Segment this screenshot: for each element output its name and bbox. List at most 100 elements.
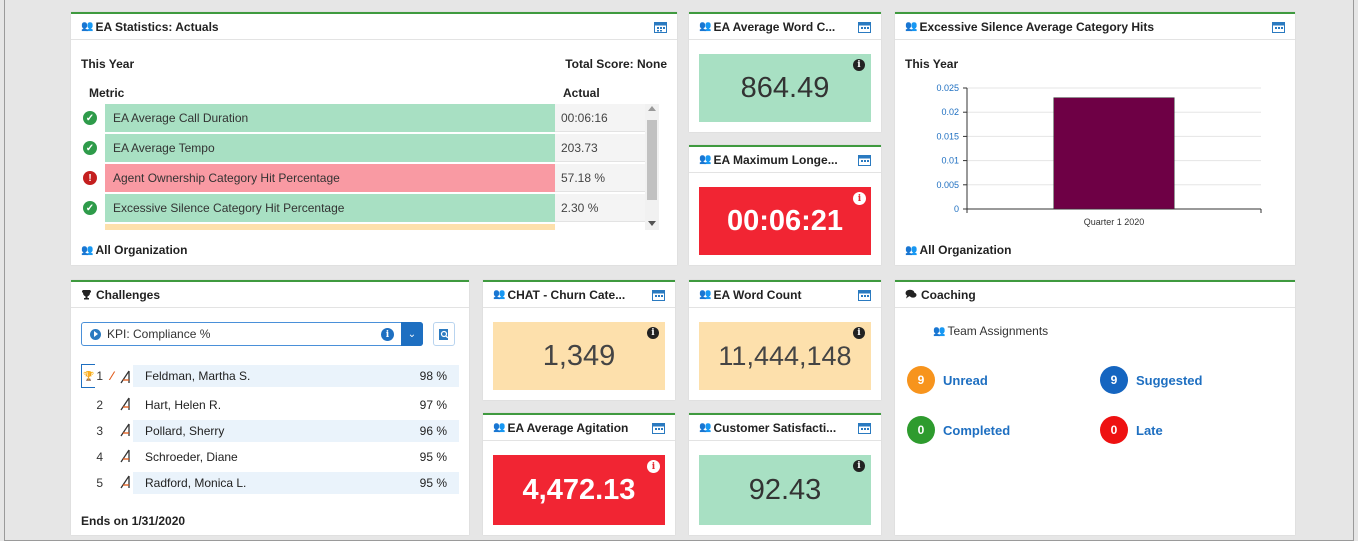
- agent-score: 95 %: [419, 450, 447, 464]
- calendar-icon[interactable]: [858, 422, 871, 434]
- leaderboard-row[interactable]: 5 Radford, Monica L. 95 %: [81, 472, 461, 494]
- info-icon[interactable]: i: [853, 192, 866, 205]
- group-icon: 👥: [699, 154, 712, 165]
- coaching-label: Completed: [943, 422, 1011, 438]
- card-title: Excessive Silence Average Category Hits: [919, 19, 1155, 34]
- group-icon: 👥: [699, 21, 712, 32]
- card-title: Customer Satisfacti...: [713, 420, 837, 435]
- search-doc-button[interactable]: [433, 322, 455, 346]
- calendar-icon[interactable]: [654, 21, 667, 33]
- info-icon[interactable]: i: [853, 327, 865, 339]
- info-icon[interactable]: i: [647, 327, 659, 339]
- agent-icon: [120, 397, 130, 411]
- ea-statistics-card: 👥 EA Statistics: Actuals This Year Total…: [71, 12, 677, 265]
- agent-score: 95 %: [419, 476, 447, 490]
- info-icon[interactable]: i: [853, 460, 865, 472]
- count-bubble: 0: [907, 416, 935, 444]
- leaderboard-row[interactable]: 2 Hart, Helen R. 97 %: [81, 394, 461, 416]
- rank: 2: [96, 398, 103, 412]
- leaderboard-row[interactable]: 3 Pollard, Sherry 96 %: [81, 420, 461, 442]
- rank: 5: [96, 476, 103, 490]
- coaching-late[interactable]: 0 Late: [1100, 416, 1163, 444]
- org-footer: 👥 All Organization: [81, 243, 187, 257]
- churn-header: 👥 CHAT - Churn Cate...: [483, 282, 675, 308]
- count-bubble: 9: [907, 366, 935, 394]
- next-row-peek: [105, 224, 555, 230]
- challenge-end-date: Ends on 1/31/2020: [81, 514, 186, 528]
- card-title: EA Maximum Longe...: [713, 152, 838, 167]
- trophy-icon: [82, 290, 91, 300]
- coaching-suggested[interactable]: 9 Suggested: [1100, 366, 1202, 394]
- metric-tile[interactable]: i 11,444,148: [699, 322, 871, 390]
- agent-score: 97 %: [419, 398, 447, 412]
- card-title: EA Statistics: Actuals: [95, 19, 219, 34]
- coaching-unread[interactable]: 9 Unread: [907, 366, 988, 394]
- scroll-down-icon[interactable]: [648, 221, 656, 226]
- org-label: All Organization: [919, 243, 1012, 257]
- total-score: Total Score: None: [565, 57, 667, 71]
- agent-name: Schroeder, Diane: [145, 450, 238, 464]
- metric-value: 92.43: [748, 473, 822, 506]
- agitation-header: 👥 EA Average Agitation: [483, 415, 675, 441]
- calendar-icon[interactable]: [858, 154, 871, 166]
- metric-value: 1,349: [542, 339, 616, 372]
- group-icon: 👥: [493, 289, 506, 300]
- y-tick-label: 0.015: [936, 131, 959, 141]
- agent-icon: [120, 370, 130, 384]
- churn-card: 👥 CHAT - Churn Cate... i 1,349: [483, 280, 675, 400]
- card-title: EA Average Word C...: [713, 19, 836, 34]
- card-title: EA Average Agitation: [507, 420, 629, 435]
- metric-value: 00:06:21: [726, 204, 844, 237]
- agent-row-bar: Schroeder, Diane 95 %: [133, 446, 459, 468]
- agent-icon: [120, 475, 130, 489]
- metric-row[interactable]: ✓ EA Average Call Duration 00:06:16: [81, 104, 657, 132]
- agent-row-bar: Pollard, Sherry 96 %: [133, 420, 459, 442]
- agent-row-bar: Radford, Monica L. 95 %: [133, 472, 459, 494]
- x-tick-label: Quarter 1 2020: [1084, 217, 1145, 227]
- metric-row[interactable]: ! Agent Ownership Category Hit Percentag…: [81, 164, 657, 192]
- metric-value: 864.49: [740, 71, 830, 104]
- agent-name: Hart, Helen R.: [145, 398, 222, 412]
- calendar-icon[interactable]: [1272, 21, 1285, 33]
- info-icon[interactable]: i: [647, 460, 660, 473]
- info-icon[interactable]: i: [381, 328, 394, 341]
- calendar-icon[interactable]: [858, 21, 871, 33]
- metric-tile[interactable]: i 92.43: [699, 455, 871, 525]
- coaching-completed[interactable]: 0 Completed: [907, 416, 1010, 444]
- card-title: EA Word Count: [713, 287, 802, 302]
- metric-row[interactable]: ✓ Excessive Silence Category Hit Percent…: [81, 194, 657, 222]
- chevron-down-icon[interactable]: ⌄: [401, 322, 423, 346]
- leaderboard-row[interactable]: 4 Schroeder, Diane 95 %: [81, 446, 461, 468]
- max-longest-header: 👥 EA Maximum Longe...: [689, 147, 881, 173]
- metric-tile[interactable]: i 00:06:21: [699, 187, 871, 255]
- search-doc-icon: [439, 328, 449, 340]
- calendar-icon[interactable]: [858, 289, 871, 301]
- challenges-card: Challenges KPI: Compliance % i ⌄ 🏆 1 ⁄ F…: [71, 280, 469, 535]
- metric-value: 11,444,148: [718, 340, 852, 371]
- metric-tile[interactable]: i 4,472.13: [493, 455, 665, 525]
- metric-tile[interactable]: i 864.49: [699, 54, 871, 122]
- period-label: This Year: [81, 57, 135, 71]
- silence-chart-card: 👥 Excessive Silence Average Category Hit…: [895, 12, 1295, 265]
- group-icon: 👥: [699, 289, 712, 300]
- card-title: Coaching: [921, 287, 976, 302]
- calendar-icon[interactable]: [652, 422, 665, 434]
- calendar-icon[interactable]: [652, 289, 665, 301]
- scrollbar-thumb[interactable]: [647, 120, 657, 200]
- leaderboard-row[interactable]: 🏆 1 ⁄ Feldman, Martha S. 98 %: [81, 365, 461, 387]
- coaching-label: Suggested: [1136, 372, 1203, 388]
- scroll-up-icon[interactable]: [648, 106, 656, 111]
- table-scrollbar[interactable]: [645, 104, 659, 230]
- metric-value: 4,472.13: [522, 473, 636, 506]
- metric-row[interactable]: ✓ EA Average Tempo 203.73: [81, 134, 657, 162]
- org-footer: 👥 All Organization: [905, 243, 1011, 257]
- info-icon[interactable]: i: [853, 59, 865, 71]
- play-circle-icon: [90, 328, 101, 340]
- metric-tile[interactable]: i 1,349: [493, 322, 665, 390]
- y-tick-label: 0.02: [941, 107, 959, 117]
- card-title: CHAT - Churn Cate...: [507, 287, 626, 302]
- y-tick-label: 0.025: [936, 83, 959, 93]
- agent-icon: [120, 449, 130, 463]
- agent-score: 96 %: [419, 424, 447, 438]
- group-icon: 👥: [81, 244, 94, 256]
